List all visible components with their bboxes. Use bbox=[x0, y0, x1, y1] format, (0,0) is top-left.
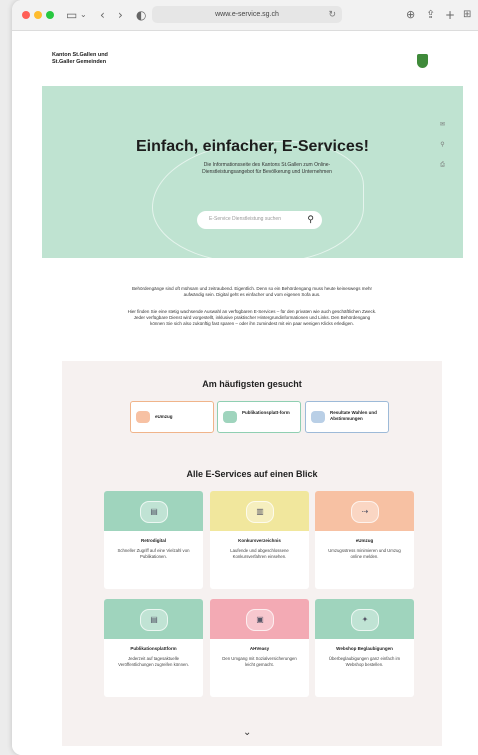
chevron-down-icon[interactable]: ⌄ bbox=[80, 7, 87, 23]
web-page: Kanton St.Gallen und St.Galler Gemeinden… bbox=[12, 31, 478, 755]
brand-line-2: St.Galler Gemeinden bbox=[52, 59, 107, 65]
search-input[interactable]: E-Service Dienstleistung suchen ⚲ bbox=[197, 211, 322, 229]
sidebar-icon[interactable]: ▭ bbox=[66, 7, 77, 23]
new-tab-icon[interactable]: + bbox=[445, 7, 455, 23]
card-title: Konkursverzeichnis bbox=[238, 538, 281, 543]
print-icon[interactable]: ⎙ bbox=[438, 161, 447, 170]
forward-icon[interactable]: › bbox=[118, 7, 123, 23]
card-title: eUmzug bbox=[355, 538, 374, 543]
service-card-eumzug[interactable]: ⇢ eUmzug Umzugsstress minimieren und Umz… bbox=[315, 491, 414, 589]
service-card-retrodigital[interactable]: ▤ Retrodigital Schneller Zugriff auf ein… bbox=[104, 491, 203, 589]
services-panel: Am häufigsten gesucht eUmzug Publikation… bbox=[62, 361, 442, 746]
register-icon: ▥ bbox=[246, 501, 274, 523]
address-bar[interactable]: www.e-service.sg.ch ↻ bbox=[152, 6, 342, 23]
quick-link-label: Publikationsplatt-form bbox=[242, 410, 290, 415]
zoom-window-button[interactable] bbox=[46, 11, 54, 19]
card-header: ⇢ bbox=[315, 491, 414, 531]
document-icon: ▤ bbox=[140, 609, 168, 631]
browser-window: ▭ ⌄ ‹ › ◐ www.e-service.sg.ch ↻ ⊕ ⇪ + ⊞ … bbox=[12, 0, 478, 755]
ballot-icon bbox=[311, 411, 325, 423]
card-description: Schneller Zugriff auf eine Vielzahl von … bbox=[117, 548, 190, 559]
hero-decoration bbox=[152, 141, 364, 258]
hero-subtitle: Die Informationsseite des Kantons St.Gal… bbox=[202, 162, 332, 175]
certificate-icon: ✦ bbox=[351, 609, 379, 631]
insurance-icon: ▣ bbox=[246, 609, 274, 631]
card-description: Den Umgang mit Sozialversicherungen leic… bbox=[222, 656, 297, 667]
share-icon[interactable]: ⇪ bbox=[426, 7, 435, 23]
move-icon: ⇢ bbox=[351, 501, 379, 523]
card-header: ✦ bbox=[315, 599, 414, 639]
quick-link-publication-platform[interactable]: Publikationsplatt-form bbox=[217, 401, 301, 433]
close-window-button[interactable] bbox=[22, 11, 30, 19]
download-icon[interactable]: ⊕ bbox=[406, 7, 415, 23]
canton-crest-icon bbox=[417, 54, 428, 68]
hero-title: Einfach, einfacher, E-Services! bbox=[136, 138, 369, 155]
brand-line-1: Kanton St.Gallen und bbox=[52, 52, 108, 58]
hero-banner: Einfach, einfacher, E-Services! Die Info… bbox=[42, 86, 463, 258]
intro-paragraph-1: Behördengänge sind oft mühsam und zeitra… bbox=[132, 286, 372, 297]
service-card-publikationsplattform[interactable]: ▤ Publikationsplattform Jederzeit auf ta… bbox=[104, 599, 203, 697]
url-text: www.e-service.sg.ch bbox=[215, 11, 279, 18]
document-icon bbox=[223, 411, 237, 423]
card-description: Umzugsstress minimieren und Umzug online… bbox=[328, 548, 401, 559]
search-placeholder: E-Service Dienstleistung suchen bbox=[209, 216, 281, 222]
card-title: Publikationsplattform bbox=[130, 646, 177, 651]
card-title: AHVeasy bbox=[249, 646, 270, 651]
quick-link-label: eUmzug bbox=[155, 414, 173, 419]
minimize-window-button[interactable] bbox=[34, 11, 42, 19]
service-card-konkursverzeichnis[interactable]: ▥ Konkursverzeichnis Laufende und abgesc… bbox=[210, 491, 309, 589]
chevron-down-icon[interactable]: ⌄ bbox=[243, 727, 251, 738]
card-header: ▤ bbox=[104, 491, 203, 531]
card-header: ▣ bbox=[210, 599, 309, 639]
card-description: Laufende und abgeschlossene Konkursverfa… bbox=[230, 548, 289, 559]
move-icon bbox=[136, 411, 150, 423]
quick-link-label: Resultate Wahlen und Abstimmungen bbox=[330, 410, 377, 421]
site-brand[interactable]: Kanton St.Gallen und St.Galler Gemeinden bbox=[52, 52, 108, 66]
all-services-heading: Alle E-Services auf einen Blick bbox=[186, 469, 318, 479]
zoom-icon[interactable]: ⚲ bbox=[438, 141, 447, 150]
card-header: ▤ bbox=[104, 599, 203, 639]
most-searched-heading: Am häufigsten gesucht bbox=[202, 379, 302, 389]
card-header: ▥ bbox=[210, 491, 309, 531]
browser-toolbar: ▭ ⌄ ‹ › ◐ www.e-service.sg.ch ↻ ⊕ ⇪ + ⊞ bbox=[12, 0, 478, 31]
card-description: Jederzeit auf tagesaktuelle Veröffentlic… bbox=[118, 656, 189, 667]
quick-link-eumzug[interactable]: eUmzug bbox=[130, 401, 214, 433]
card-description: Überbeglaubigungen ganz einfach im Websh… bbox=[328, 656, 401, 667]
tabs-icon[interactable]: ⊞ bbox=[463, 7, 471, 23]
shield-icon[interactable]: ◐ bbox=[136, 7, 146, 23]
back-icon[interactable]: ‹ bbox=[100, 7, 105, 23]
reload-icon[interactable]: ↻ bbox=[328, 6, 336, 23]
mail-icon[interactable]: ✉ bbox=[438, 121, 447, 130]
card-title: Retrodigital bbox=[140, 538, 166, 543]
card-title: Webshop Beglaubigungen bbox=[336, 646, 393, 651]
service-card-webshop-beglaubigungen[interactable]: ✦ Webshop Beglaubigungen Überbeglaubigun… bbox=[315, 599, 414, 697]
quick-link-election-results[interactable]: Resultate Wahlen und Abstimmungen bbox=[305, 401, 389, 433]
search-icon[interactable]: ⚲ bbox=[307, 214, 314, 225]
service-card-ahveasy[interactable]: ▣ AHVeasy Den Umgang mit Sozialversicher… bbox=[210, 599, 309, 697]
intro-paragraph-2: Hier finden Sie eine stetig wachsende Au… bbox=[127, 309, 377, 326]
archive-icon: ▤ bbox=[140, 501, 168, 523]
